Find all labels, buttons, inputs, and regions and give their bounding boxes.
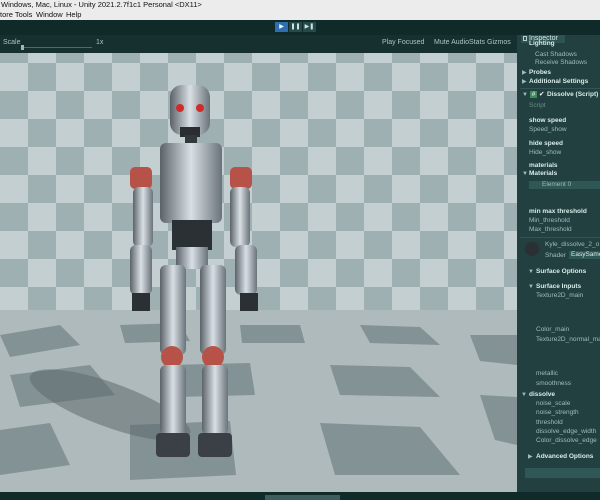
noise-scale-field[interactable]: noise_scale xyxy=(536,400,570,408)
game-view[interactable]: ‹ › xyxy=(0,35,517,492)
scale-label: Scale xyxy=(3,39,21,46)
texture-main-field[interactable]: Texture2D_main xyxy=(536,292,583,300)
play-controls: ▶ ❚❚ ▶❚ xyxy=(275,22,316,32)
gizmos-dropdown[interactable]: Gizmos xyxy=(487,39,511,46)
cast-shadows-label: Cast Shadows xyxy=(535,51,577,58)
shader-label: Shader xyxy=(545,252,566,259)
materials-header: materials xyxy=(529,162,558,169)
foldout-arrow-icon[interactable]: ▶ xyxy=(522,78,527,86)
color-main-field[interactable]: Color_main xyxy=(536,326,569,334)
noise-strength-field[interactable]: noise_strength xyxy=(536,409,579,417)
menu-item-help[interactable]: Help xyxy=(66,10,81,20)
dissolve-header[interactable]: dissolve xyxy=(529,391,555,399)
section-additional-settings[interactable]: Additional Settings xyxy=(529,78,588,86)
script-label: Script xyxy=(529,102,546,109)
minmax-threshold-header: min max threshold xyxy=(529,208,587,215)
foldout-arrow-icon[interactable]: ▼ xyxy=(528,268,534,276)
color-dissolve-edge-field[interactable]: Color_dissolve_edge xyxy=(536,437,597,445)
divider xyxy=(520,88,600,89)
play-button[interactable]: ▶ xyxy=(275,22,288,32)
foldout-arrow-icon[interactable]: ▼ xyxy=(521,391,527,399)
mute-audio-toggle[interactable]: Mute Audio xyxy=(434,39,469,46)
inspector-icon xyxy=(523,36,527,41)
divider xyxy=(520,237,600,238)
element0-label: Element 0 xyxy=(542,181,572,188)
max-threshold-field[interactable]: Max_threshold xyxy=(529,226,572,234)
smoothness-field[interactable]: smoothness xyxy=(536,380,571,388)
horizontal-scrollbar[interactable] xyxy=(265,495,340,500)
hide-show-field[interactable]: Hide_show xyxy=(529,149,561,157)
script-icon: # xyxy=(530,91,537,98)
menu-bar: tore Tools Window Help xyxy=(0,10,600,20)
speed-show-field[interactable]: Speed_show xyxy=(529,126,567,134)
menu-item-tools[interactable]: tore Tools xyxy=(0,10,32,20)
material-preview-icon xyxy=(525,242,539,256)
advanced-options-foldout[interactable]: Advanced Options xyxy=(536,453,593,461)
stats-toggle[interactable]: Stats xyxy=(469,39,485,46)
section-lighting[interactable]: Lighting xyxy=(529,40,555,48)
threshold-field[interactable]: threshold xyxy=(536,419,563,427)
materials-foldout[interactable]: Materials xyxy=(529,170,557,178)
material-name: Kyle_dissolve_2_o xyxy=(545,241,600,248)
play-focused-dropdown[interactable]: Play Focused xyxy=(382,39,424,46)
foldout-arrow-icon[interactable]: ▶ xyxy=(528,453,533,461)
surface-inputs-foldout[interactable]: Surface Inputs xyxy=(536,283,581,291)
texture-normal-field[interactable]: Texture2D_normal_map xyxy=(536,336,600,344)
pause-button[interactable]: ❚❚ xyxy=(289,22,302,32)
add-component-button[interactable] xyxy=(525,468,600,478)
game-view-toolbar: Scale 1x Play Focused Mute Audio Stats G… xyxy=(0,35,517,53)
min-threshold-field[interactable]: Min_threshold xyxy=(529,217,570,225)
scale-slider-knob[interactable] xyxy=(21,45,24,50)
component-title: Dissolve (Script) xyxy=(547,91,599,98)
metallic-field[interactable]: metallic xyxy=(536,370,558,378)
dissolve-edge-width-field[interactable]: dissolve_edge_width xyxy=(536,428,596,436)
component-enabled-checkbox[interactable]: ✔ xyxy=(539,91,544,99)
hide-speed-header: hide speed xyxy=(529,140,563,147)
show-speed-header: show speed xyxy=(529,117,567,124)
menu-item-window[interactable]: Window xyxy=(36,10,63,20)
shader-value: EasySame xyxy=(571,251,600,258)
scale-slider[interactable] xyxy=(22,47,92,48)
window-title: Windows, Mac, Linux - Unity 2021.2.7f1c1… xyxy=(0,0,600,10)
scale-value: 1x xyxy=(96,39,104,46)
receive-shadows-label: Receive Shadows xyxy=(535,59,588,66)
foldout-arrow-icon[interactable]: ▼ xyxy=(522,170,528,178)
scene-render xyxy=(0,53,517,492)
step-button[interactable]: ▶❚ xyxy=(303,22,316,32)
foldout-arrow-icon[interactable]: ▼ xyxy=(522,91,528,99)
foldout-arrow-icon[interactable]: ▼ xyxy=(528,283,534,291)
foldout-arrow-icon[interactable]: ▶ xyxy=(522,69,527,77)
surface-options-foldout[interactable]: Surface Options xyxy=(536,268,586,276)
section-probes[interactable]: Probes xyxy=(529,69,551,77)
